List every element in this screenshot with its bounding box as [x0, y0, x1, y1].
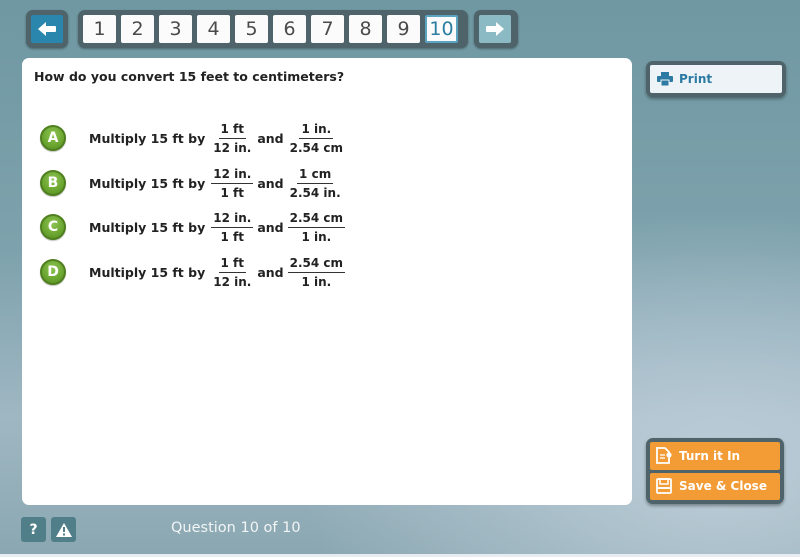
page-button-9[interactable]: 9	[387, 15, 420, 43]
fraction-denominator: 1 in.	[301, 229, 332, 244]
question-text: How do you convert 15 feet to centimeter…	[34, 69, 345, 84]
fraction-numerator: 1 in.	[299, 122, 334, 139]
answer-prefix: Multiply 15 ft by	[89, 175, 206, 191]
answer-prefix: Multiply 15 ft by	[89, 264, 206, 280]
answer-option-a[interactable]: A Multiply 15 ft by 1 ft 12 in. and 1 in…	[40, 119, 349, 157]
page-button-5[interactable]: 5	[235, 15, 268, 43]
fraction-numerator: 2.54 cm	[287, 256, 346, 273]
page-button-3[interactable]: 3	[159, 15, 192, 43]
fraction-denominator: 12 in.	[213, 140, 252, 155]
answer-option-c[interactable]: C Multiply 15 ft by 12 in. 1 ft and 2.54…	[40, 208, 349, 246]
fraction-numerator: 12 in.	[211, 167, 254, 184]
print-panel: Print	[646, 61, 786, 97]
question-card: How do you convert 15 feet to centimeter…	[22, 58, 632, 505]
fraction-2: 2.54 cm 1 in.	[287, 211, 346, 244]
fraction-denominator: 2.54 cm	[289, 140, 344, 155]
fraction-numerator: 2.54 cm	[287, 211, 346, 228]
print-button[interactable]: Print	[650, 65, 782, 93]
fraction-denominator: 2.54 in.	[289, 185, 341, 200]
page-button-1[interactable]: 1	[83, 15, 116, 43]
page-button-2[interactable]: 2	[121, 15, 154, 43]
answer-letter-c[interactable]: C	[40, 214, 66, 240]
fraction-numerator: 1 cm	[297, 167, 334, 184]
question-page-nav: 1 2 3 4 5 6 7 8 9 10	[78, 10, 468, 48]
arrow-left-icon	[38, 22, 56, 36]
prev-question-button[interactable]	[31, 15, 63, 43]
answer-option-d[interactable]: D Multiply 15 ft by 1 ft 12 in. and 2.54…	[40, 253, 349, 291]
report-problem-button[interactable]	[51, 517, 76, 542]
next-button-frame	[474, 10, 518, 48]
fraction-denominator: 1 ft	[220, 185, 245, 200]
next-question-button[interactable]	[479, 15, 511, 43]
answer-letter-d[interactable]: D	[40, 259, 66, 285]
page-button-10-current[interactable]: 10	[425, 15, 458, 43]
answer-joiner: and	[257, 264, 284, 280]
page-button-4[interactable]: 4	[197, 15, 230, 43]
print-label: Print	[679, 72, 713, 86]
help-button[interactable]: ?	[21, 517, 46, 542]
floppy-disk-icon	[656, 478, 672, 495]
answer-letter-b[interactable]: B	[40, 170, 66, 196]
fraction-numerator: 12 in.	[211, 211, 254, 228]
page-button-8[interactable]: 8	[349, 15, 382, 43]
page-button-6[interactable]: 6	[273, 15, 306, 43]
fraction-1: 1 ft 12 in.	[211, 122, 253, 155]
save-close-button[interactable]: Save & Close	[650, 472, 780, 500]
prev-button-frame	[26, 10, 68, 48]
fraction-1: 12 in. 1 ft	[211, 211, 254, 244]
fraction-1: 1 ft 12 in.	[211, 256, 253, 289]
answer-joiner: and	[257, 130, 284, 146]
fraction-numerator: 1 ft	[218, 122, 247, 139]
answer-joiner: and	[257, 175, 284, 191]
answer-joiner: and	[257, 219, 284, 235]
fraction-numerator: 1 ft	[218, 256, 247, 273]
fraction-denominator: 12 in.	[213, 274, 252, 289]
printer-icon	[657, 72, 673, 86]
document-submit-icon	[656, 447, 672, 465]
question-progress-status: Question 10 of 10	[171, 520, 301, 536]
submit-panel: Turn it In Save & Close	[646, 438, 784, 504]
warning-icon	[55, 522, 72, 537]
fraction-2: 2.54 cm 1 in.	[287, 256, 346, 289]
fraction-2: 1 cm 2.54 in.	[288, 167, 343, 200]
fraction-denominator: 1 ft	[220, 229, 245, 244]
page-button-7[interactable]: 7	[311, 15, 344, 43]
turn-it-in-label: Turn it In	[679, 448, 741, 463]
save-close-label: Save & Close	[679, 479, 767, 494]
fraction-1: 12 in. 1 ft	[211, 167, 254, 200]
arrow-right-icon	[486, 22, 504, 36]
answer-letter-a[interactable]: A	[40, 125, 66, 151]
answer-prefix: Multiply 15 ft by	[89, 130, 206, 146]
fraction-2: 1 in. 2.54 cm	[288, 122, 345, 155]
answer-option-b[interactable]: B Multiply 15 ft by 12 in. 1 ft and 1 cm…	[40, 164, 347, 202]
fraction-denominator: 1 in.	[301, 274, 332, 289]
help-icon: ?	[29, 521, 38, 538]
turn-it-in-button[interactable]: Turn it In	[650, 442, 780, 470]
answer-prefix: Multiply 15 ft by	[89, 219, 206, 235]
